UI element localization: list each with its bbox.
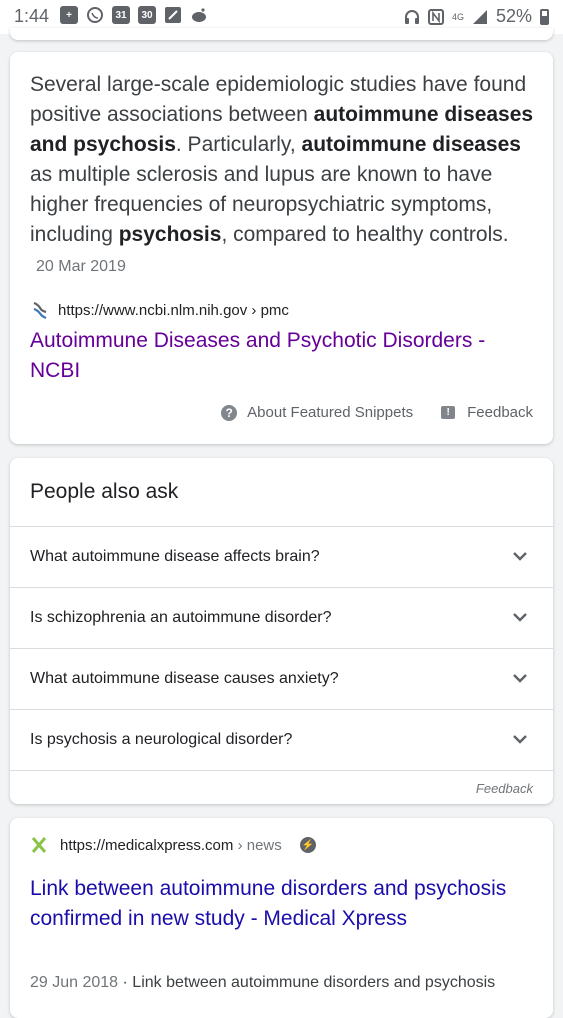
whatsapp-icon bbox=[87, 7, 103, 23]
calendar-icon: 31 bbox=[112, 6, 130, 24]
amp-lightning-icon: ⚡ bbox=[299, 837, 316, 853]
paa-question-text: What autoimmune disease causes anxiety? bbox=[30, 670, 339, 687]
chevron-down-icon bbox=[513, 674, 527, 683]
snippet-feedback-link[interactable]: Feedback bbox=[467, 404, 533, 421]
notification-icons: + 31 30 bbox=[60, 6, 208, 24]
ncbi-favicon-icon bbox=[33, 301, 47, 320]
snippet-footer: ? About Featured Snippets ! Feedback bbox=[221, 404, 533, 421]
snippet-source-url: https://www.ncbi.nlm.nih.gov › pmc bbox=[58, 301, 289, 319]
people-also-ask-card: People also ask What autoimmune disease … bbox=[10, 458, 553, 804]
search-result-card: https://medicalxpress.com › news ⚡ Link … bbox=[10, 818, 553, 1018]
battery-saver-icon: + bbox=[60, 6, 78, 24]
nfc-icon bbox=[427, 8, 444, 25]
chevron-down-icon bbox=[513, 613, 527, 622]
result-title-link[interactable]: Link between autoimmune disorders and ps… bbox=[30, 874, 530, 934]
paa-question-text: Is psychosis a neurological disorder? bbox=[30, 731, 293, 748]
snippet-result-link[interactable]: Autoimmune Diseases and Psychotic Disord… bbox=[30, 326, 530, 386]
result-source[interactable]: https://medicalxpress.com › news ⚡ bbox=[30, 836, 316, 854]
result-breadcrumb: › news bbox=[233, 836, 282, 854]
battery-icon bbox=[540, 8, 549, 25]
snippet-bold-term: psychosis bbox=[118, 223, 222, 246]
paa-question-text: What autoimmune disease affects brain? bbox=[30, 548, 320, 565]
featured-snippet-card: Several large-scale epidemiologic studie… bbox=[10, 52, 553, 444]
snippet-source[interactable]: https://www.ncbi.nlm.nih.gov › pmc bbox=[30, 300, 289, 320]
help-icon: ? bbox=[221, 404, 238, 421]
chevron-down-icon bbox=[513, 552, 527, 561]
zedge-icon bbox=[165, 7, 181, 23]
result-snippet: 29 Jun 2018 · Link between autoimmune di… bbox=[30, 974, 495, 992]
network-type: 4G bbox=[451, 11, 464, 22]
snippet-text-part: , compared to healthy controls. bbox=[221, 223, 509, 246]
paa-question-text: Is schizophrenia an autoimmune disorder? bbox=[30, 609, 332, 626]
snippet-text: Several large-scale epidemiologic studie… bbox=[30, 70, 535, 282]
paa-question[interactable]: Is psychosis a neurological disorder? bbox=[10, 709, 553, 770]
paa-question[interactable]: What autoimmune disease affects brain? bbox=[10, 526, 553, 587]
people-also-ask-title: People also ask bbox=[30, 480, 179, 503]
paa-question[interactable]: What autoimmune disease causes anxiety? bbox=[10, 648, 553, 709]
paa-question[interactable]: Is schizophrenia an autoimmune disorder? bbox=[10, 587, 553, 648]
snippet-bold-term: autoimmune diseases bbox=[301, 133, 521, 156]
about-featured-snippets-link[interactable]: About Featured Snippets bbox=[247, 404, 413, 421]
battery-percent: 52% bbox=[495, 6, 532, 26]
feedback-icon: ! bbox=[441, 406, 456, 419]
result-url: https://medicalxpress.com › news bbox=[60, 837, 282, 854]
system-icons: 4G 52% bbox=[404, 6, 549, 27]
result-snippet-text: · Link between autoimmune disorders and … bbox=[118, 974, 496, 991]
signal-icon bbox=[472, 9, 487, 24]
clock: 1:44 bbox=[14, 6, 50, 26]
result-date: 29 Jun 2018 bbox=[30, 974, 119, 991]
result-site: https://medicalxpress.com bbox=[60, 836, 234, 854]
paa-feedback-link[interactable]: Feedback bbox=[10, 770, 553, 807]
previous-card-edge bbox=[10, 28, 553, 40]
snippet-text-part: . Particularly, bbox=[175, 133, 302, 156]
headphones-icon bbox=[404, 9, 419, 24]
people-also-ask-list: What autoimmune disease affects brain? I… bbox=[10, 526, 553, 807]
calendar-icon-2: 30 bbox=[138, 6, 156, 24]
chevron-down-icon bbox=[513, 735, 527, 744]
reddit-icon bbox=[192, 8, 206, 22]
medicalxpress-favicon-icon bbox=[31, 837, 47, 853]
snippet-date: 20 Mar 2019 bbox=[36, 258, 126, 275]
